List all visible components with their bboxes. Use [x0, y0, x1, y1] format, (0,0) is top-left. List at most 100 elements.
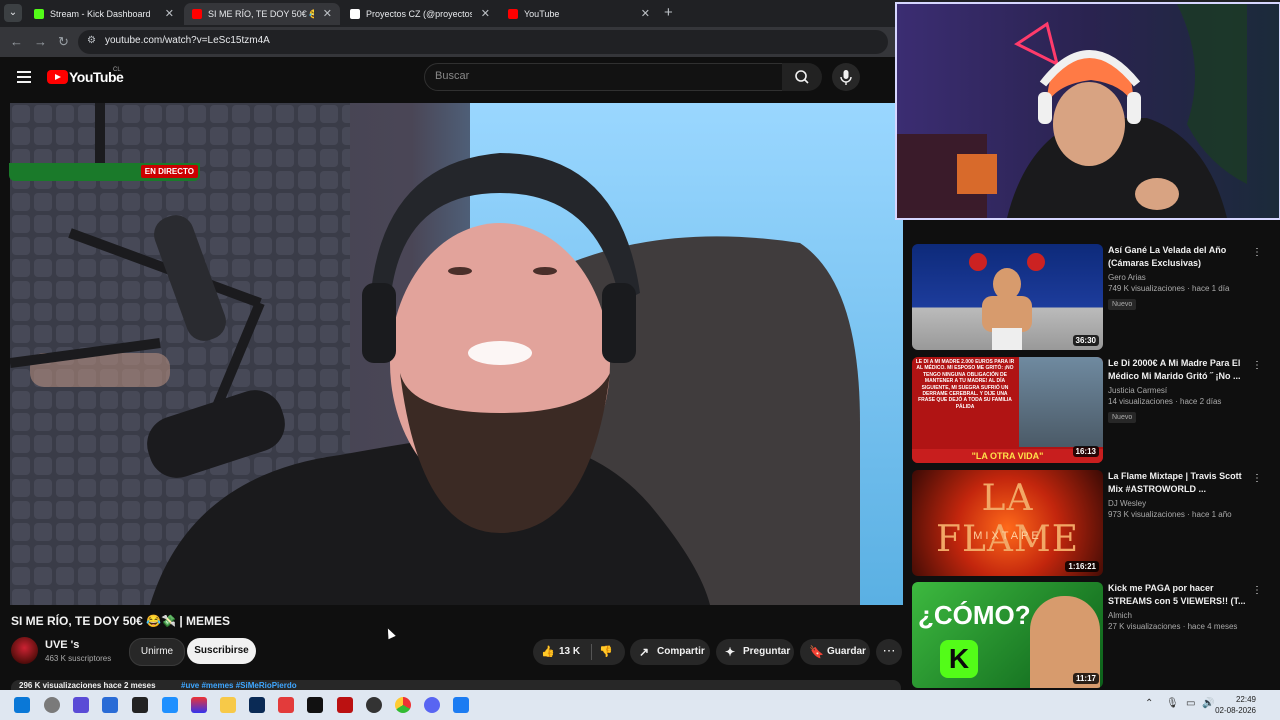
channel-name[interactable]: UVE 's [45, 639, 79, 651]
like-count[interactable]: 13 K [559, 646, 580, 657]
volume-icon[interactable]: 🔊 [1202, 698, 1214, 709]
tab-youtube[interactable]: YouTube ✕ [500, 3, 658, 25]
more-options-icon[interactable]: ⋮ [1252, 360, 1262, 371]
address-bar[interactable]: ⚙ youtube.com/watch?v=LeSc15tzm4A [78, 30, 888, 54]
video-thumbnail[interactable]: ¿CÓMO? K 11:17 [912, 582, 1103, 688]
thumbnail-subtitle: MIXTAPE [973, 530, 1042, 542]
tiktok-favicon-icon [350, 9, 360, 19]
channel-name[interactable]: Almich [1108, 611, 1248, 620]
media-app-icon[interactable] [278, 697, 294, 713]
mouse-cursor [384, 626, 396, 640]
description-box[interactable]: 296 K visualizaciones hace 2 meses #uve … [11, 680, 901, 690]
mouse-app-icon[interactable] [44, 697, 60, 713]
photoshop-icon[interactable] [249, 697, 265, 713]
recommended-video[interactable]: LE DI A MI MADRE 2.000 EUROS PARA IR AL … [912, 357, 1278, 463]
ask-button[interactable]: ✦ Preguntar [716, 639, 794, 665]
tab-title: Proyectos CZ (@proyectos.cz) | [366, 9, 472, 19]
close-tab-icon[interactable]: ✕ [165, 3, 174, 25]
video-thumbnail[interactable]: LA FLAME MIXTAPE 1:16:21 [912, 470, 1103, 576]
tab-title: Stream - Kick Dashboard [50, 9, 151, 19]
search-input[interactable]: Buscar [424, 63, 783, 91]
share-button[interactable]: ↗ Compartir [630, 639, 710, 665]
tab-title: SI ME RÍO, TE DOY 50€ 😂💸 [208, 9, 314, 19]
video-title[interactable]: Así Gané La Velada del Año (Cámaras Excl… [1108, 244, 1248, 270]
channel-name[interactable]: DJ Wesley [1108, 499, 1248, 508]
ask-label: Preguntar [743, 646, 791, 657]
obs-icon[interactable] [132, 697, 148, 713]
close-tab-icon[interactable]: ✕ [641, 3, 650, 25]
video-title[interactable]: La Flame Mixtape | Travis Scott Mix #AST… [1108, 470, 1248, 496]
microphone-tray-icon[interactable]: 🎙 [1166, 698, 1179, 709]
channel-name[interactable]: Justicia Carmesí [1108, 386, 1248, 395]
recommended-video[interactable]: 36:30 Así Gané La Velada del Año (Cámara… [912, 244, 1278, 350]
tab-kick-dashboard[interactable]: Stream - Kick Dashboard ✕ [26, 3, 182, 25]
grid-app-icon[interactable] [73, 697, 89, 713]
close-tab-icon[interactable]: ✕ [481, 3, 490, 25]
video-info: Le Di 2000€ A Mi Madre Para El Médico Mi… [1108, 357, 1248, 424]
clock[interactable]: 22:49 02-08-2026 [1215, 694, 1256, 716]
new-badge: Nuevo [1108, 299, 1137, 310]
video-title[interactable]: Kick me PAGA por hacer STREAMS con 5 VIE… [1108, 582, 1248, 608]
channel-name[interactable]: Gero Arias [1108, 273, 1248, 282]
site-info-icon[interactable]: ⚙ [87, 35, 99, 47]
game-app-icon[interactable] [191, 697, 207, 713]
clock-time: 22:49 [1235, 695, 1256, 704]
more-actions-icon[interactable]: ⋯ [876, 639, 902, 665]
close-tab-icon[interactable]: ✕ [323, 3, 332, 25]
tab-current-video[interactable]: SI ME RÍO, TE DOY 50€ 😂💸 ✕ [184, 3, 340, 25]
reload-icon[interactable]: ↻ [58, 34, 69, 50]
tiktok-icon[interactable] [307, 697, 323, 713]
voice-app-icon[interactable] [337, 697, 353, 713]
new-tab-button[interactable]: + [664, 4, 673, 21]
recommended-video[interactable]: ¿CÓMO? K 11:17 Kick me PAGA por hacer ST… [912, 582, 1278, 688]
forward-icon[interactable]: → [34, 34, 47, 49]
hashtags[interactable]: #uve #memes #SiMeRioPierdo [181, 681, 297, 690]
search-icon [795, 70, 809, 84]
more-options-icon[interactable]: ⋮ [1252, 473, 1262, 484]
video-info: La Flame Mixtape | Travis Scott Mix #AST… [1108, 470, 1248, 519]
dislike-icon[interactable]: 👎 [599, 645, 613, 658]
tab-tiktok-profile[interactable]: Proyectos CZ (@proyectos.cz) | ✕ [342, 3, 498, 25]
clock-date: 02-08-2026 [1215, 706, 1256, 715]
chrome-icon[interactable] [395, 697, 411, 713]
video-title[interactable]: Le Di 2000€ A Mi Madre Para El Médico Mi… [1108, 357, 1248, 383]
view-stats: 296 K visualizaciones hace 2 meses [19, 681, 156, 690]
channel-avatar[interactable] [11, 637, 38, 664]
network-icon[interactable]: ▭ [1186, 698, 1195, 709]
like-icon[interactable]: 👍 [541, 645, 555, 658]
share-label: Compartir [657, 646, 705, 657]
youtube-favicon-icon [192, 9, 202, 19]
join-button[interactable]: Unirme [129, 638, 185, 666]
video-meta: 14 visualizaciones · hace 2 días [1108, 397, 1222, 406]
menu-icon[interactable] [17, 71, 31, 83]
duration-badge: 11:17 [1072, 673, 1099, 684]
save-button[interactable]: 🔖 Guardar [800, 639, 870, 665]
chevron-up-icon[interactable]: ⌃ [1145, 698, 1153, 709]
windows-start-icon[interactable] [14, 697, 30, 713]
thumbnail-title: LA FLAME [935, 478, 1080, 560]
more-options-icon[interactable]: ⋮ [1252, 585, 1262, 596]
back-icon[interactable]: ← [10, 34, 23, 49]
edge-icon[interactable] [162, 697, 178, 713]
video-thumbnail[interactable]: 36:30 [912, 244, 1103, 350]
video-info: Así Gané La Velada del Año (Cámaras Excl… [1108, 244, 1248, 311]
search-button[interactable] [782, 63, 822, 91]
search-placeholder: Buscar [435, 70, 470, 82]
recommended-video[interactable]: LA FLAME MIXTAPE 1:16:21 La Flame Mixtap… [912, 470, 1278, 576]
video-thumbnail[interactable]: LE DI A MI MADRE 2.000 EUROS PARA IR AL … [912, 357, 1103, 463]
kick-logo-icon: K [940, 640, 978, 678]
kick-favicon-icon [34, 9, 44, 19]
live-thumbnail-strip[interactable]: EN DIRECTO [9, 163, 200, 181]
steam-icon[interactable] [366, 697, 382, 713]
app-icon[interactable] [453, 697, 469, 713]
webcam-overlay [895, 2, 1280, 220]
discord-icon[interactable] [424, 697, 440, 713]
live-badge: EN DIRECTO [140, 165, 198, 178]
ms-app-icon[interactable] [102, 697, 118, 713]
more-options-icon[interactable]: ⋮ [1252, 247, 1262, 258]
youtube-play-icon [47, 70, 68, 84]
tab-search-button[interactable]: ⌄ [4, 4, 22, 22]
file-explorer-icon[interactable] [220, 697, 236, 713]
subscribe-button[interactable]: Suscribirse [187, 638, 256, 664]
voice-search-button[interactable] [832, 63, 860, 91]
